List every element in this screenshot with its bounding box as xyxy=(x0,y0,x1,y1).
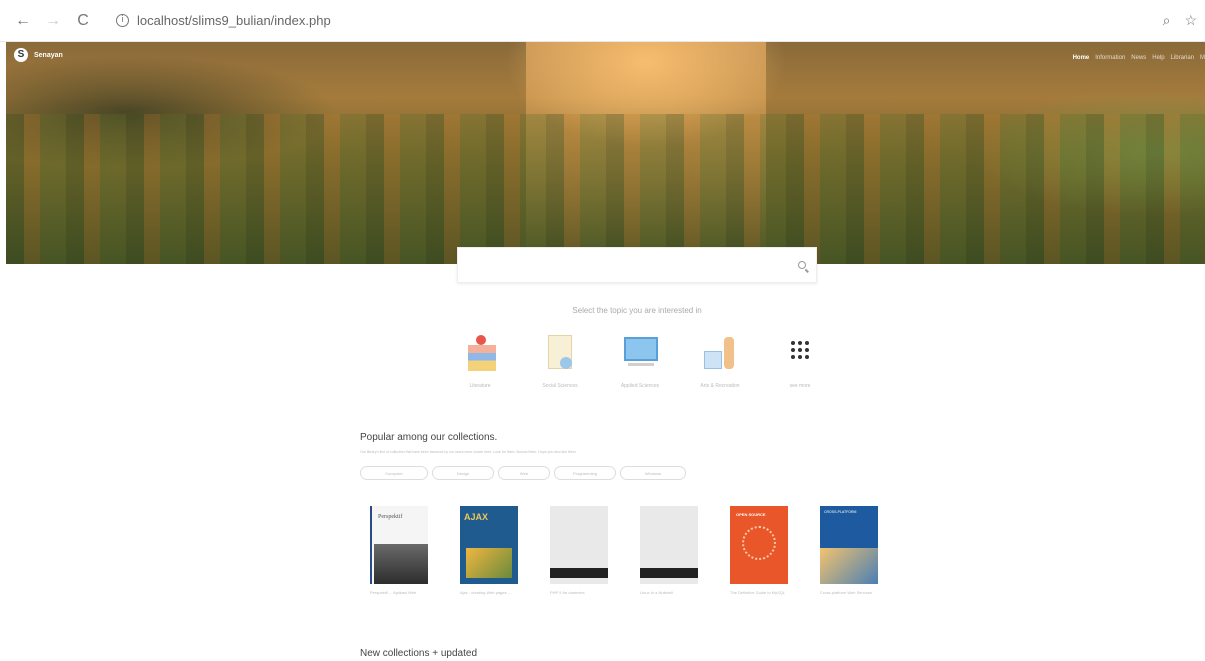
filter-tab[interactable]: Computer xyxy=(360,466,428,480)
applied-sciences-icon xyxy=(618,333,662,373)
back-icon[interactable]: ← xyxy=(8,12,38,30)
topic-label: Applied Sciences xyxy=(620,383,660,389)
popular-section-title: Popular among our collections. xyxy=(360,432,498,443)
book-cover[interactable]: OPEN SOURCE xyxy=(730,506,788,584)
address-bar[interactable]: i localhost/slims9_bulian/index.php xyxy=(116,13,331,28)
filter-tab[interactable]: Programming xyxy=(554,466,616,480)
topic-label: see more xyxy=(789,383,811,389)
book-cover[interactable] xyxy=(640,506,698,584)
book-title[interactable]: Linux In a Nutshell xyxy=(640,590,700,596)
new-collections-title: New collections + updated xyxy=(360,648,478,659)
book-title[interactable]: PHP 5 for dummies xyxy=(550,590,610,596)
topic-see-more[interactable]: see more xyxy=(772,333,828,389)
book-cover[interactable]: CROSS-PLATFORM xyxy=(820,506,878,584)
search-box xyxy=(457,247,817,283)
hero-forest xyxy=(6,114,1205,264)
forward-icon[interactable]: → xyxy=(38,12,68,30)
site-brand[interactable]: S Senayan xyxy=(14,48,63,62)
filter-tab[interactable]: Windows xyxy=(620,466,686,480)
search-input[interactable] xyxy=(458,248,778,282)
nav-help[interactable]: Help xyxy=(1152,55,1164,61)
social-sciences-icon xyxy=(538,333,582,373)
search-icon[interactable] xyxy=(798,261,806,269)
hero-banner: S Senayan Home Information News Help Lib… xyxy=(6,42,1205,264)
book-item[interactable]: Linux In a Nutshell xyxy=(640,506,700,596)
book-item[interactable]: OPEN SOURCE The Definitive Guide to MySQ… xyxy=(730,506,790,596)
topic-label: Literature xyxy=(469,383,491,389)
filter-tab[interactable]: Design xyxy=(432,466,494,480)
info-icon[interactable]: i xyxy=(116,14,129,27)
popular-book-list: Perspektif Perspektif ... Aplikasi Web A… xyxy=(370,506,880,596)
reload-icon[interactable]: C xyxy=(68,12,98,30)
popular-section-description: Our library's line of collection that ha… xyxy=(360,450,576,454)
book-title[interactable]: Ajax : creating Web pages ... xyxy=(460,590,520,596)
topic-arts-recreation[interactable]: Arts & Recreation xyxy=(692,333,748,389)
zoom-icon[interactable]: ⌕ xyxy=(1163,12,1171,29)
bookmark-star-icon[interactable]: ☆ xyxy=(1184,12,1197,29)
book-cover[interactable] xyxy=(550,506,608,584)
topic-social-sciences[interactable]: Social Sciences xyxy=(532,333,588,389)
topic-prompt: Select the topic you are interested in xyxy=(572,306,702,315)
topic-applied-sciences[interactable]: Applied Sciences xyxy=(612,333,668,389)
book-item[interactable]: AJAX Ajax : creating Web pages ... xyxy=(460,506,520,596)
nav-more[interactable]: M xyxy=(1200,55,1205,61)
literature-icon xyxy=(458,333,502,373)
site-logo-icon: S xyxy=(14,48,28,62)
popular-filter-tabs: Computer Design Web Programming Windows xyxy=(360,466,686,480)
nav-news[interactable]: News xyxy=(1131,55,1146,61)
book-item[interactable]: CROSS-PLATFORM Cross-platform Web Servic… xyxy=(820,506,880,596)
nav-librarian[interactable]: Librarian xyxy=(1171,55,1194,61)
book-cover-title: AJAX xyxy=(464,512,489,522)
grid-icon xyxy=(778,333,822,373)
arts-recreation-icon xyxy=(698,333,742,373)
book-cover-title: Perspektif xyxy=(378,514,403,520)
browser-toolbar: ← → C i localhost/slims9_bulian/index.ph… xyxy=(0,0,1205,42)
site-name: Senayan xyxy=(34,51,63,59)
nav-home[interactable]: Home xyxy=(1073,55,1090,61)
book-cover[interactable]: Perspektif xyxy=(370,506,428,584)
topic-list: Literature Social Sciences Applied Scien… xyxy=(452,333,832,389)
topic-label: Arts & Recreation xyxy=(700,383,740,389)
book-cover-title: OPEN SOURCE xyxy=(736,512,766,517)
browser-actions: ⌕ ☆ xyxy=(1163,12,1197,29)
book-cover-title: CROSS-PLATFORM xyxy=(824,510,857,514)
top-navigation: Home Information News Help Librarian M xyxy=(1073,55,1205,61)
filter-tab[interactable]: Web xyxy=(498,466,550,480)
book-title[interactable]: Perspektif ... Aplikasi Web xyxy=(370,590,430,596)
url-text[interactable]: localhost/slims9_bulian/index.php xyxy=(137,13,331,28)
book-title[interactable]: Cross-platform Web Services xyxy=(820,590,880,596)
book-cover[interactable]: AJAX xyxy=(460,506,518,584)
book-item[interactable]: Perspektif Perspektif ... Aplikasi Web xyxy=(370,506,430,596)
book-title[interactable]: The Definitive Guide to MySQL xyxy=(730,590,790,596)
book-item[interactable]: PHP 5 for dummies xyxy=(550,506,610,596)
topic-literature[interactable]: Literature xyxy=(452,333,508,389)
nav-information[interactable]: Information xyxy=(1095,55,1125,61)
topic-label: Social Sciences xyxy=(542,383,578,389)
